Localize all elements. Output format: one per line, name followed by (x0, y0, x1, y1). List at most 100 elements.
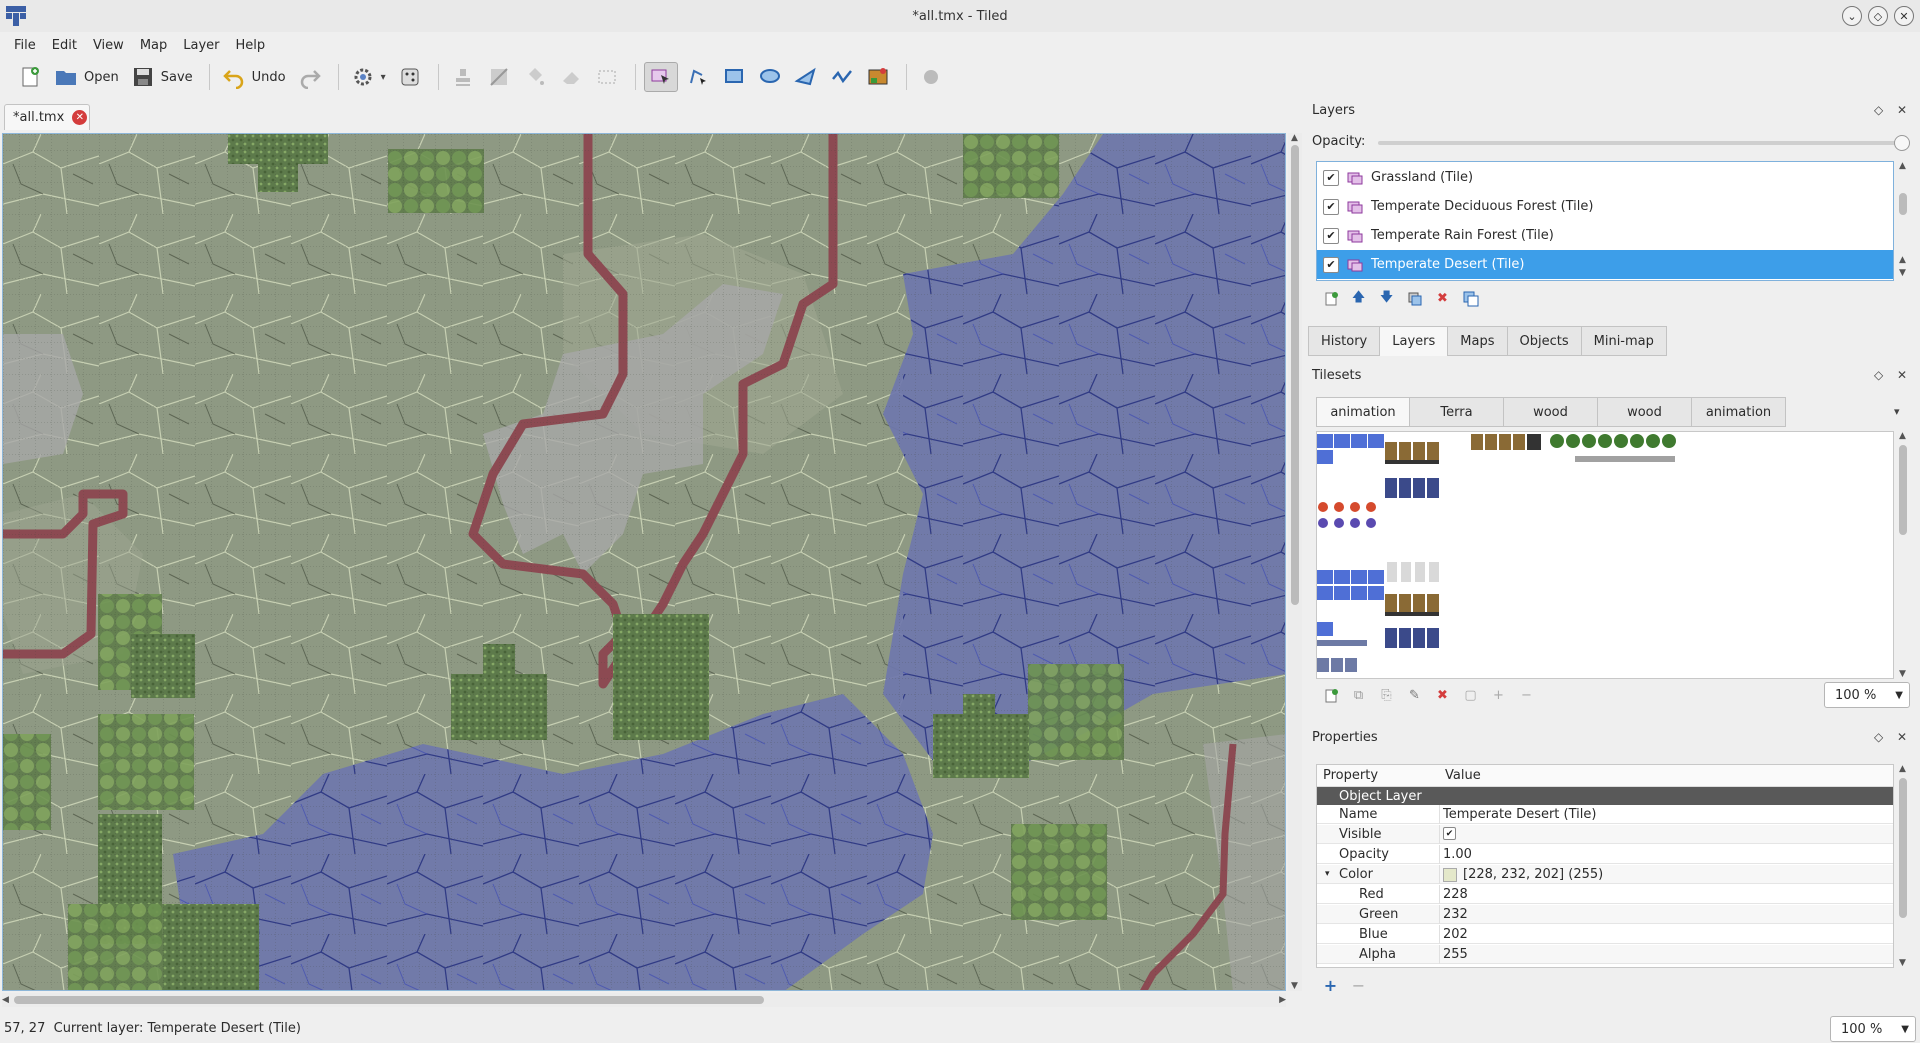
opacity-slider-handle[interactable] (1894, 135, 1910, 151)
remove-property-icon[interactable]: − (1350, 976, 1367, 995)
tab-maps[interactable]: Maps (1448, 326, 1508, 356)
property-row-opacity[interactable]: Opacity 1.00 (1317, 845, 1893, 864)
scroll-up-icon[interactable]: ▲ (1899, 431, 1906, 441)
property-group-header[interactable]: Object Layer (1317, 787, 1893, 805)
scroll-left-icon[interactable]: ◀ (2, 995, 9, 1005)
column-header-property[interactable]: Property (1323, 768, 1378, 783)
stamp-from-tileset-icon[interactable]: ▢ (1462, 687, 1479, 704)
close-window-button[interactable]: ✕ (1894, 6, 1914, 26)
close-panel-icon[interactable]: ✕ (1897, 730, 1907, 744)
property-row-blue[interactable]: Blue 202 (1317, 925, 1893, 944)
new-map-button[interactable] (14, 62, 46, 92)
bucket-fill-button[interactable] (519, 62, 551, 92)
float-panel-icon[interactable]: ◇ (1874, 730, 1883, 744)
redo-button[interactable] (294, 62, 326, 92)
property-value[interactable]: 202 (1443, 927, 1468, 942)
scroll-right-icon[interactable]: ▶ (1279, 995, 1286, 1005)
layer-visibility-checkbox[interactable]: ✔ (1323, 227, 1339, 244)
rect-select-button[interactable] (591, 62, 623, 92)
open-button[interactable]: Open (50, 62, 123, 92)
scrollbar-thumb[interactable] (1291, 145, 1299, 605)
menu-edit[interactable]: Edit (46, 35, 83, 56)
delete-layer-icon[interactable]: ✖ (1434, 290, 1451, 307)
scrollbar-thumb[interactable] (1899, 193, 1907, 215)
property-row-alpha[interactable]: Alpha 255 (1317, 945, 1893, 964)
minimize-button[interactable]: ⌄ (1842, 6, 1862, 26)
commands-button[interactable]: ▾ (347, 62, 390, 92)
close-panel-icon[interactable]: ✕ (1897, 103, 1907, 117)
property-value[interactable]: ✔ (1443, 827, 1456, 840)
tileset-view[interactable] (1316, 431, 1894, 679)
close-tab-icon[interactable]: ✕ (72, 110, 88, 125)
tile-map[interactable] (3, 134, 1286, 991)
remove-tileset-icon[interactable]: ✖ (1434, 687, 1451, 704)
property-row-red[interactable]: Red 228 (1317, 885, 1893, 904)
menu-file[interactable]: File (8, 35, 42, 56)
map-zoom-select[interactable]: 100 % ▼ (1830, 1016, 1916, 1042)
scroll-down-icon[interactable]: ▼ (1899, 268, 1906, 278)
property-value[interactable]: [228, 232, 202] (255) (1443, 867, 1603, 882)
float-panel-icon[interactable]: ◇ (1874, 103, 1883, 117)
expand-chevron-icon[interactable]: ▾ (1325, 869, 1330, 879)
stamp-brush-button[interactable] (447, 62, 479, 92)
scroll-up-icon[interactable]: ▲ (1899, 161, 1906, 171)
property-value[interactable]: 228 (1443, 887, 1468, 902)
layer-row[interactable]: ✔ Temperate Deciduous Forest (Tile) (1317, 192, 1893, 221)
layer-list-scrollbar[interactable]: ▲ ▲ ▼ (1896, 161, 1910, 281)
property-row-name[interactable]: Name Temperate Desert (Tile) (1317, 805, 1893, 824)
layer-row-selected[interactable]: ✔ Temperate Desert (Tile) (1317, 250, 1893, 279)
menu-view[interactable]: View (87, 35, 130, 56)
menu-layer[interactable]: Layer (177, 35, 225, 56)
layer-row[interactable]: ✔ Grassland (Tile) (1317, 163, 1893, 192)
undo-button[interactable]: Undo (218, 62, 290, 92)
tileset-zoom-select[interactable]: 100 % ▼ (1824, 682, 1910, 708)
layer-visibility-checkbox[interactable]: ✔ (1323, 256, 1339, 273)
column-header-value[interactable]: Value (1445, 768, 1481, 783)
duplicate-layer-icon[interactable] (1406, 290, 1423, 307)
insert-tile-button[interactable] (862, 62, 894, 92)
layer-visibility-checkbox[interactable]: ✔ (1323, 198, 1339, 215)
tab-mini-map[interactable]: Mini-map (1581, 326, 1667, 356)
scroll-up-icon[interactable]: ▲ (1899, 764, 1906, 774)
close-panel-icon[interactable]: ✕ (1897, 368, 1907, 382)
insert-polygon-button[interactable] (790, 62, 822, 92)
tileset-tab[interactable]: animation (1692, 397, 1786, 427)
remove-icon[interactable]: − (1518, 687, 1535, 704)
tileset-menu-chevron-icon[interactable]: ▾ (1894, 405, 1900, 418)
select-objects-button[interactable] (643, 62, 678, 92)
chevron-down-icon[interactable]: ▾ (381, 72, 386, 83)
edit-tileset-icon[interactable]: ✎ (1406, 687, 1423, 704)
toggle-other-layers-icon[interactable] (1462, 290, 1479, 307)
scrollbar-thumb[interactable] (1899, 445, 1907, 535)
edit-polygons-button[interactable] (682, 62, 714, 92)
scrollbar-thumb[interactable] (1899, 778, 1907, 918)
tileset-tab[interactable]: wood (1598, 397, 1692, 427)
scroll-down-icon[interactable]: ▼ (1899, 958, 1906, 968)
float-panel-icon[interactable]: ◇ (1874, 368, 1883, 382)
tileset-image[interactable] (1317, 432, 1894, 679)
maximize-button[interactable]: ◇ (1868, 6, 1888, 26)
scroll-up-icon[interactable]: ▲ (1899, 255, 1906, 265)
lower-layer-icon[interactable]: 🡇 (1378, 290, 1395, 307)
new-layer-icon[interactable] (1322, 290, 1339, 307)
map-horizontal-scrollbar[interactable]: ◀ ▶ (2, 993, 1286, 1007)
map-vertical-scrollbar[interactable]: ▲ ▼ (1288, 133, 1302, 991)
property-row-color[interactable]: ▾ Color [228, 232, 202] (255) (1317, 865, 1893, 884)
scroll-up-icon[interactable]: ▲ (1291, 133, 1298, 143)
world-tool-button[interactable] (915, 62, 947, 92)
visible-checkbox[interactable]: ✔ (1443, 827, 1456, 840)
property-row-green[interactable]: Green 232 (1317, 905, 1893, 924)
scrollbar-thumb[interactable] (14, 996, 764, 1004)
embed-tileset-icon[interactable]: ⧉ (1350, 687, 1367, 704)
insert-polyline-button[interactable] (826, 62, 858, 92)
menu-map[interactable]: Map (134, 35, 173, 56)
tileset-tab[interactable]: Terra (1410, 397, 1504, 427)
menu-help[interactable]: Help (230, 35, 272, 56)
add-property-icon[interactable]: + (1322, 976, 1339, 995)
property-value[interactable]: 232 (1443, 907, 1468, 922)
export-tileset-icon[interactable]: ⎘ (1378, 687, 1395, 704)
insert-ellipse-button[interactable] (754, 62, 786, 92)
raise-layer-icon[interactable]: 🡅 (1350, 290, 1367, 307)
eraser-button[interactable] (555, 62, 587, 92)
properties-scrollbar[interactable]: ▲ ▼ (1896, 764, 1910, 968)
